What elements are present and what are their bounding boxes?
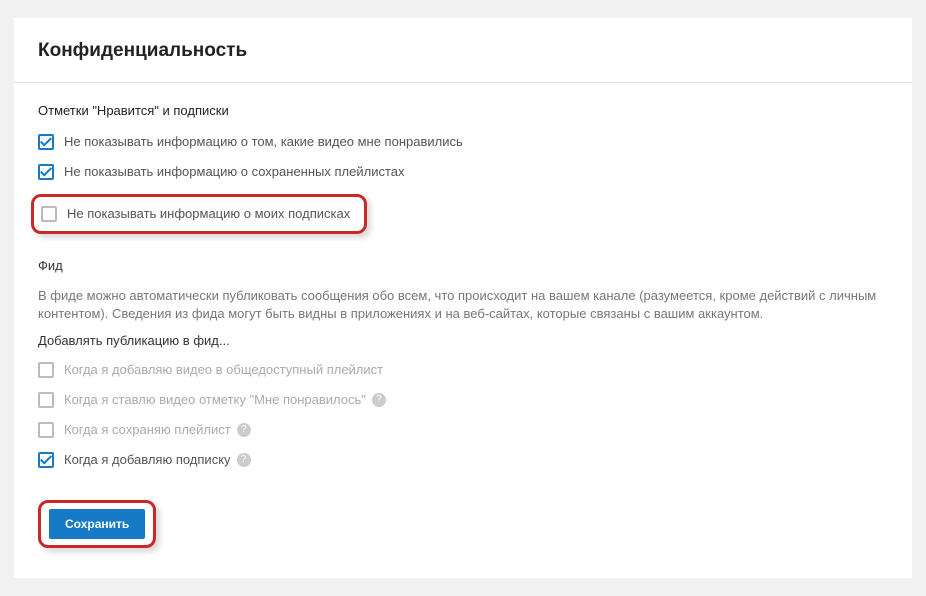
highlight-subscriptions: Не показывать информацию о моих подписка… xyxy=(31,194,367,234)
checkbox-row-save-playlist[interactable]: Когда я сохраняю плейлист ? xyxy=(38,420,888,440)
checkbox-row-add-public-playlist[interactable]: Когда я добавляю видео в общедоступный п… xyxy=(38,360,888,380)
feed-description: В фиде можно автоматически публиковать с… xyxy=(38,287,888,323)
checkbox-like-video[interactable] xyxy=(38,392,54,408)
help-icon[interactable]: ? xyxy=(372,393,386,407)
highlight-save: Сохранить xyxy=(38,500,156,548)
checkbox-label: Когда я ставлю видео отметку "Мне понрав… xyxy=(64,390,366,410)
checkbox-add-public-playlist[interactable] xyxy=(38,362,54,378)
checkbox-label: Не показывать информацию о сохраненных п… xyxy=(64,162,405,182)
save-button[interactable]: Сохранить xyxy=(49,509,145,539)
checkbox-liked-videos[interactable] xyxy=(38,134,54,150)
checkbox-row-add-subscription[interactable]: Когда я добавляю подписку ? xyxy=(38,450,888,470)
feed-section: Фид В фиде можно автоматически публикова… xyxy=(38,258,888,470)
checkbox-label: Когда я сохраняю плейлист xyxy=(64,420,231,440)
checkbox-row-saved-playlists[interactable]: Не показывать информацию о сохраненных п… xyxy=(38,162,888,182)
page-title: Конфиденциальность xyxy=(38,40,888,62)
checkbox-label: Не показывать информацию о моих подписка… xyxy=(67,204,350,224)
checkbox-saved-playlists[interactable] xyxy=(38,164,54,180)
help-icon[interactable]: ? xyxy=(237,453,251,467)
checkbox-label: Когда я добавляю подписку xyxy=(64,450,231,470)
checkbox-label: Не показывать информацию о том, какие ви… xyxy=(64,132,463,152)
checkbox-save-playlist[interactable] xyxy=(38,422,54,438)
checkbox-row-liked-videos[interactable]: Не показывать информацию о том, какие ви… xyxy=(38,132,888,152)
feed-subheader: Добавлять публикацию в фид... xyxy=(38,333,888,348)
panel-header: Конфиденциальность xyxy=(14,18,912,83)
checkbox-row-subscriptions[interactable]: Не показывать информацию о моих подписка… xyxy=(41,204,350,224)
likes-section: Отметки "Нравится" и подписки Не показыв… xyxy=(38,103,888,242)
feed-section-title: Фид xyxy=(38,258,888,273)
checkbox-add-subscription[interactable] xyxy=(38,452,54,468)
likes-section-title: Отметки "Нравится" и подписки xyxy=(38,103,888,118)
checkbox-subscriptions[interactable] xyxy=(41,206,57,222)
help-icon[interactable]: ? xyxy=(237,423,251,437)
checkbox-label: Когда я добавляю видео в общедоступный п… xyxy=(64,360,383,380)
checkbox-row-like-video[interactable]: Когда я ставлю видео отметку "Мне понрав… xyxy=(38,390,888,410)
privacy-panel: Конфиденциальность Отметки "Нравится" и … xyxy=(14,18,912,578)
